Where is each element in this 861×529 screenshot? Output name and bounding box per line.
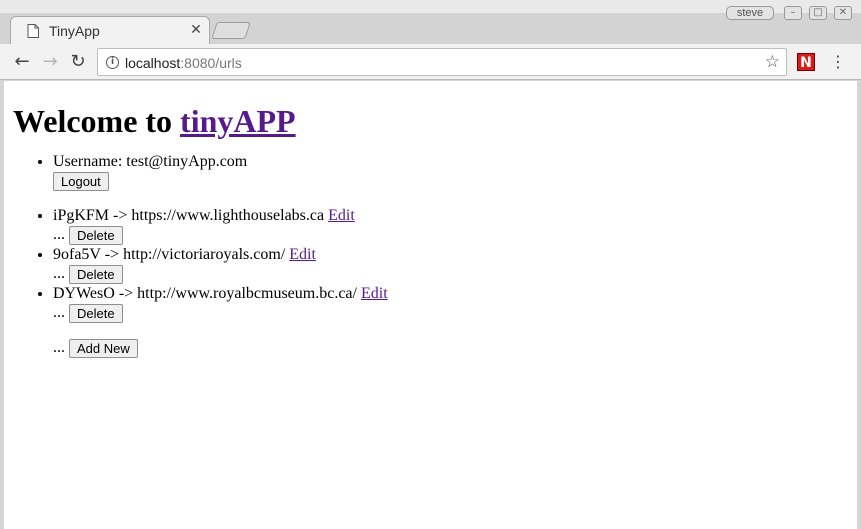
- add-new-item: ... Add New: [53, 338, 857, 358]
- extension-icon[interactable]: N: [797, 53, 815, 71]
- menu-icon[interactable]: ⋮: [830, 52, 846, 72]
- tab-title: TinyApp: [49, 23, 100, 39]
- address-bar[interactable]: i localhost:8080/urls ☆: [97, 48, 787, 76]
- url-host: localhost: [125, 55, 181, 71]
- profile-badge[interactable]: steve: [726, 6, 774, 20]
- tab-strip: TinyApp ✕ steve – □ ✕: [0, 0, 861, 44]
- delete-button[interactable]: Delete: [69, 225, 123, 245]
- ellipsis-text: ...: [53, 225, 65, 243]
- long-url: http://www.royalbcmuseum.bc.ca/: [137, 284, 357, 302]
- document-icon: [27, 24, 39, 38]
- bookmark-star-icon[interactable]: ☆: [765, 52, 780, 72]
- arrow-text: ->: [113, 206, 128, 224]
- ellipsis-text: ...: [53, 264, 65, 282]
- short-url: DYWesO: [53, 284, 115, 302]
- minimize-button[interactable]: –: [784, 6, 802, 20]
- close-window-button[interactable]: ✕: [834, 6, 852, 20]
- edit-link[interactable]: Edit: [289, 246, 316, 263]
- heading-prefix: Welcome to: [13, 103, 181, 139]
- user-list: Username: test@tinyApp.com Logout: [13, 152, 857, 191]
- add-new-button[interactable]: Add New: [69, 338, 138, 358]
- long-url: http://victoriaroyals.com/: [123, 245, 286, 263]
- ellipsis-text: ...: [53, 303, 65, 321]
- url-text[interactable]: localhost:8080/urls: [125, 55, 242, 71]
- arrow-text: ->: [104, 245, 120, 263]
- forward-arrow-icon[interactable]: →: [40, 52, 60, 72]
- delete-button[interactable]: Delete: [69, 264, 123, 284]
- new-tab-button[interactable]: [211, 22, 251, 39]
- username-item: Username: test@tinyApp.com Logout: [53, 152, 857, 191]
- info-icon[interactable]: i: [106, 56, 119, 69]
- edit-link[interactable]: Edit: [361, 285, 388, 302]
- username-text: Username: test@tinyApp.com: [53, 153, 248, 170]
- page-content: Welcome to tinyAPP Username: test@tinyAp…: [4, 102, 857, 358]
- url-item: 9ofa5V -> http://victoriaroyals.com/ Edi…: [53, 245, 857, 284]
- browser-toolbar: ← → ↻ i localhost:8080/urls ☆ N ⋮: [0, 44, 861, 80]
- url-path: :8080/urls: [180, 55, 242, 71]
- add-new-row: ... Add New: [13, 338, 857, 358]
- maximize-button[interactable]: □: [809, 6, 827, 20]
- back-arrow-icon[interactable]: ←: [12, 52, 32, 72]
- close-tab-icon[interactable]: ✕: [188, 22, 204, 38]
- edit-link[interactable]: Edit: [328, 207, 355, 224]
- browser-tab[interactable]: TinyApp ✕: [10, 16, 210, 44]
- url-item: iPgKFM -> https://www.lighthouselabs.ca …: [53, 206, 857, 245]
- logout-button[interactable]: Logout: [53, 171, 109, 191]
- arrow-text: ->: [118, 284, 134, 302]
- short-url: 9ofa5V: [53, 245, 101, 263]
- url-item: DYWesO -> http://www.royalbcmuseum.bc.ca…: [53, 284, 857, 323]
- ellipsis-text: ...: [53, 338, 65, 356]
- reload-icon[interactable]: ↻: [68, 52, 88, 72]
- page-heading: Welcome to tinyAPP: [13, 102, 857, 140]
- page-viewport: Welcome to tinyAPP Username: test@tinyAp…: [4, 81, 857, 529]
- delete-button[interactable]: Delete: [69, 303, 123, 323]
- short-url: iPgKFM: [53, 206, 110, 224]
- long-url: https://www.lighthouselabs.ca: [131, 206, 325, 224]
- home-link[interactable]: tinyAPP: [180, 103, 296, 139]
- url-list: iPgKFM -> https://www.lighthouselabs.ca …: [13, 206, 857, 323]
